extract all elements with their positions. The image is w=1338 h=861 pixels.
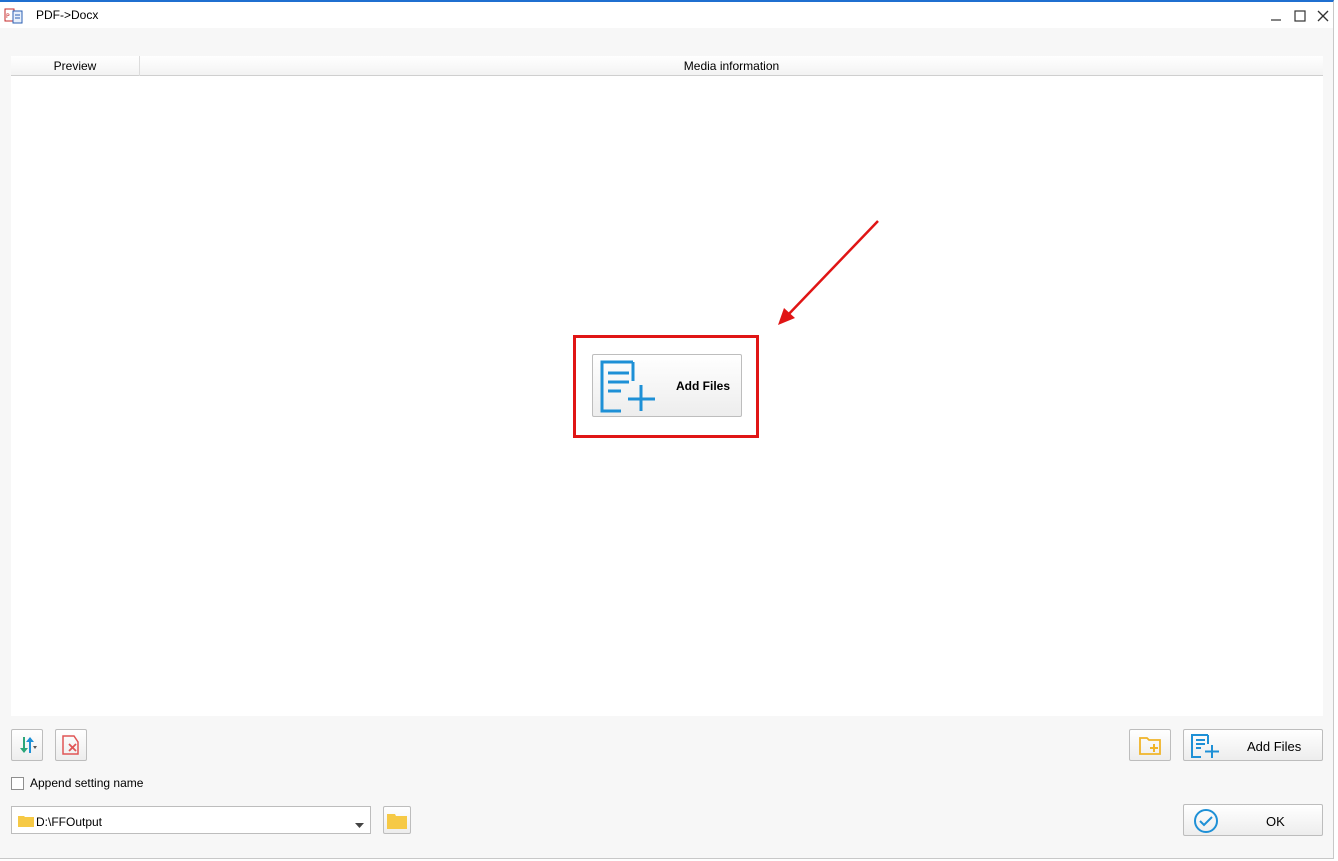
- add-folder-icon: [1139, 737, 1161, 755]
- center-add-files-label: Add Files: [676, 379, 731, 393]
- background-edge: [1334, 0, 1338, 861]
- append-setting-name-option[interactable]: Append setting name: [11, 775, 143, 791]
- add-files-button[interactable]: Add Files: [1183, 729, 1323, 761]
- append-setting-name-checkbox[interactable]: [11, 776, 24, 790]
- column-header-preview[interactable]: Preview: [11, 56, 140, 76]
- ok-button[interactable]: OK: [1183, 804, 1323, 836]
- maximize-icon: [1294, 10, 1306, 22]
- pdf-to-docx-app-icon: P: [4, 6, 24, 26]
- close-button[interactable]: [1311, 4, 1335, 28]
- sort-button[interactable]: [11, 729, 43, 761]
- add-files-icon: [1190, 733, 1222, 762]
- title-bar: P PDF->Docx: [0, 2, 1333, 28]
- column-header-media-information[interactable]: Media information: [140, 56, 1323, 76]
- open-folder-icon: [387, 813, 407, 829]
- add-files-icon: [599, 359, 659, 418]
- ok-label: OK: [1266, 814, 1285, 829]
- window-title: PDF->Docx: [36, 8, 99, 22]
- minimize-button[interactable]: [1264, 4, 1288, 28]
- append-setting-name-label: Append setting name: [30, 776, 144, 790]
- remove-file-button[interactable]: [55, 729, 87, 761]
- maximize-button[interactable]: [1288, 4, 1312, 28]
- output-folder-dropdown[interactable]: D:\FFOutput: [11, 806, 371, 834]
- checkmark-circle-icon: [1193, 809, 1219, 836]
- add-files-label: Add Files: [1247, 739, 1302, 754]
- output-folder-path: D:\FFOutput: [36, 815, 103, 829]
- sort-arrows-icon: [20, 737, 37, 753]
- minimize-icon: [1271, 19, 1281, 21]
- app-window: P PDF->Docx Preview Media information Ad…: [0, 0, 1334, 859]
- svg-text:P: P: [6, 13, 10, 20]
- remove-file-icon: [62, 735, 79, 755]
- center-add-files-button[interactable]: Add Files: [592, 354, 742, 417]
- add-folder-button[interactable]: [1129, 729, 1171, 761]
- chevron-down-icon: [355, 818, 364, 832]
- folder-icon: [18, 814, 34, 830]
- list-header: Preview Media information: [11, 56, 1323, 76]
- close-icon: [1317, 10, 1329, 22]
- browse-folder-button[interactable]: [383, 806, 411, 834]
